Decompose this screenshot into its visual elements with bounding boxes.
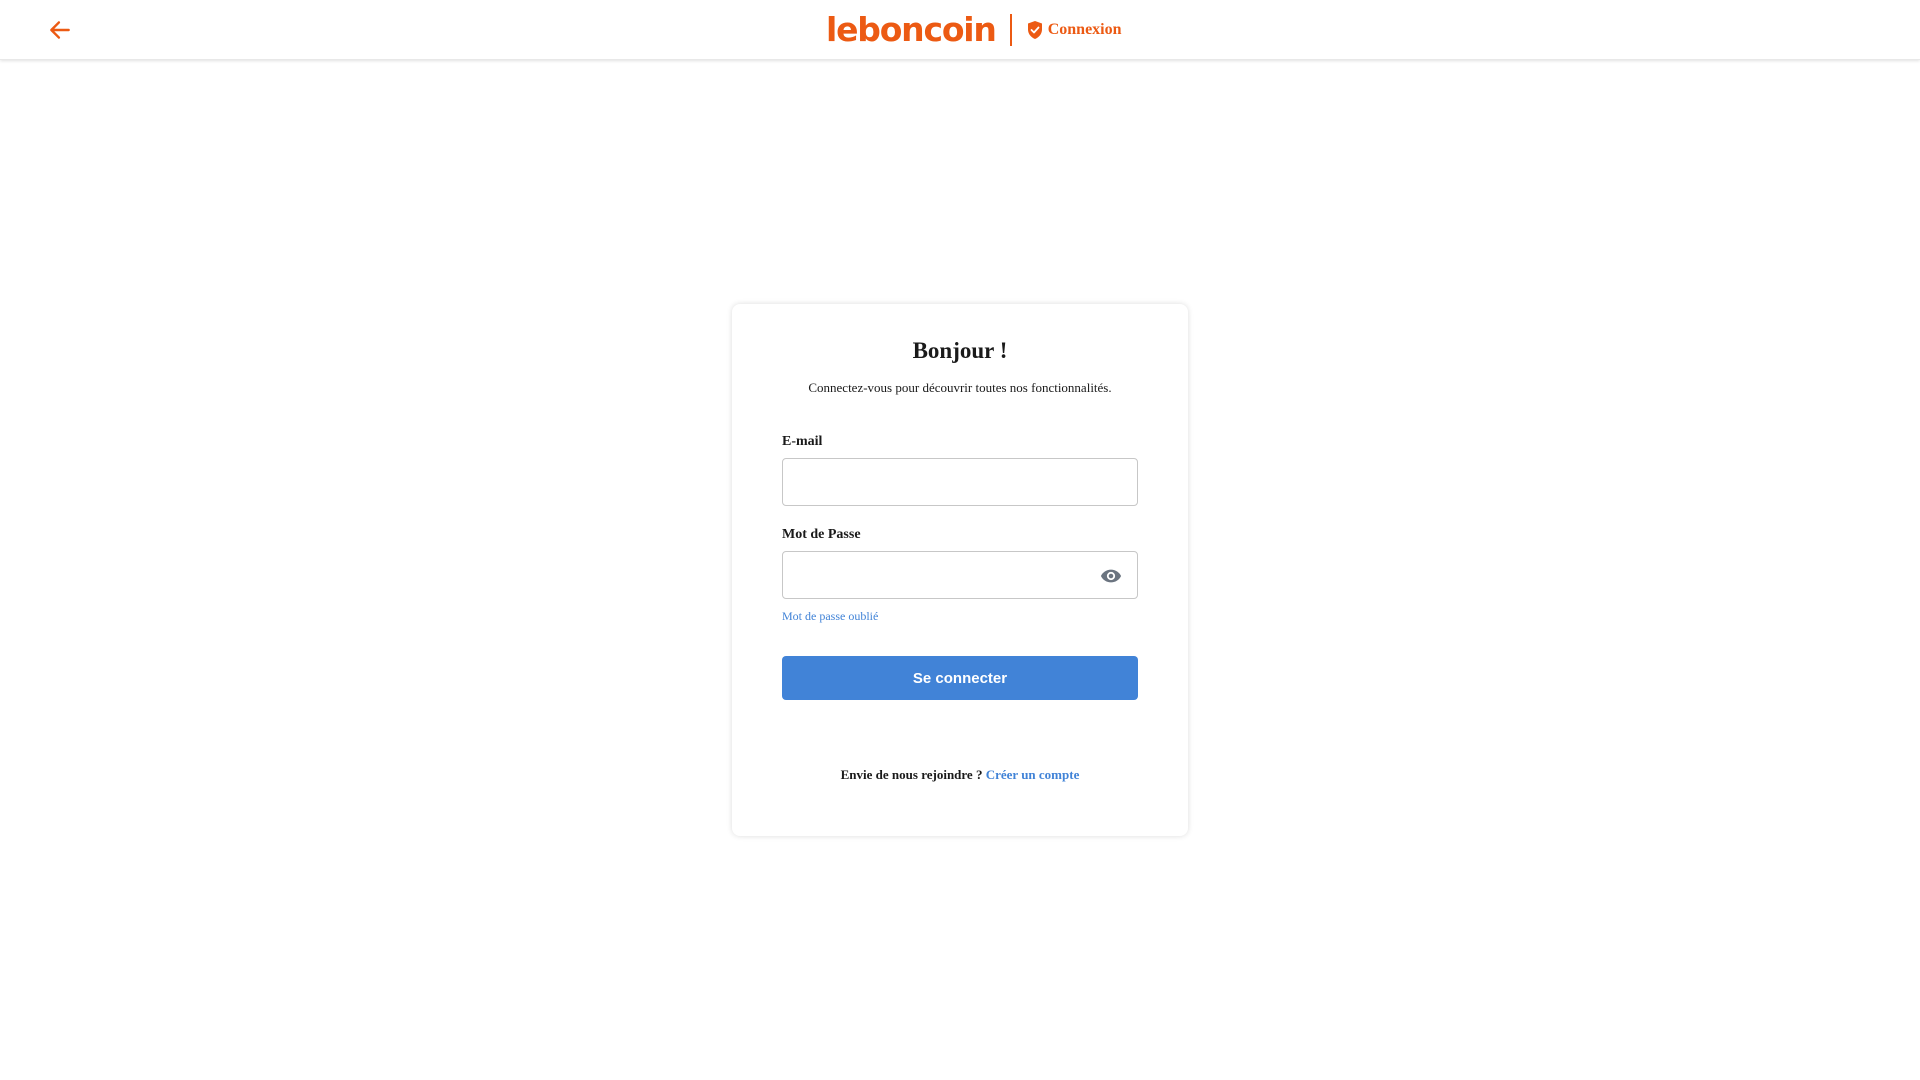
brand-divider — [1009, 14, 1012, 46]
create-account-prompt: Envie de nous rejoindre ? Créer un compt… — [732, 767, 1188, 783]
secure-label-text: Connexion — [1047, 21, 1122, 38]
password-field[interactable] — [783, 552, 1137, 598]
password-label: Mot de Passe — [782, 527, 861, 542]
join-text: Envie de nous rejoindre ? — [840, 767, 983, 782]
email-field[interactable] — [783, 459, 1137, 505]
top-bar: leboncoin Connexion — [0, 0, 1920, 60]
create-account-link[interactable]: Créer un compte — [986, 767, 1080, 782]
page-title: Bonjour ! — [912, 338, 1008, 363]
login-button[interactable]: Se connecter — [782, 656, 1138, 700]
email-field-box — [782, 458, 1138, 506]
login-card: Bonjour ! Connectez-vous pour découvrir … — [732, 304, 1188, 836]
secure-login-label: Connexion — [1026, 20, 1122, 40]
eye-icon — [1100, 569, 1122, 583]
arrow-left-icon — [50, 21, 70, 39]
page-subtitle: Connectez-vous pour découvrir toutes nos… — [808, 380, 1112, 395]
forgot-password-link[interactable]: Mot de passe oublié — [782, 609, 878, 624]
email-label: E-mail — [782, 434, 823, 449]
leboncoin-logo[interactable]: leboncoin — [826, 10, 997, 50]
show-password-button[interactable] — [1099, 564, 1123, 588]
brand-area: leboncoin Connexion — [826, 10, 1122, 50]
shield-check-icon — [1027, 21, 1042, 39]
password-field-box — [782, 551, 1138, 599]
back-button[interactable] — [44, 14, 76, 46]
